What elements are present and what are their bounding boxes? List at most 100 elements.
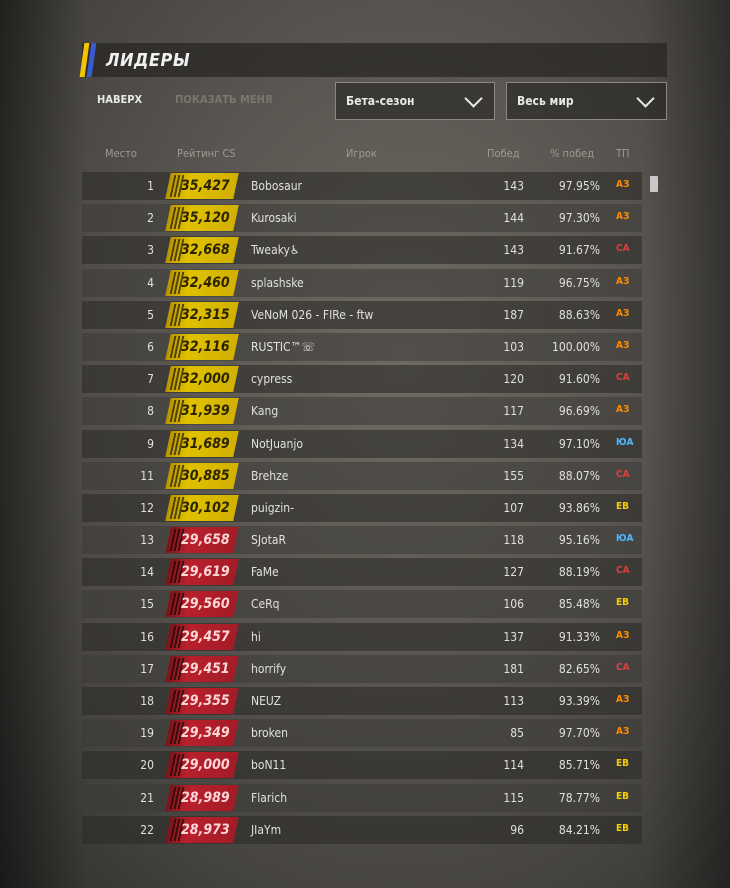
region-badge: АЗ [616,275,630,287]
rating-value: 31,689 [181,435,230,452]
leaderboard-header: ЛИДЕРЫ [79,43,667,77]
row-win-pct: 82.65% [558,661,600,676]
table-header: Место Рейтинг CS Игрок Побед % побед ТП [82,147,642,163]
player-name[interactable]: JIaYm [251,823,281,837]
player-name[interactable]: Kurosaki [251,211,297,225]
table-row[interactable]: 16 29,457 hi 137 91.33% АЗ [82,622,642,651]
rating-badge: 31,939 [165,398,239,425]
rating-badge: 32,116 [165,333,239,360]
table-row[interactable]: 2 35,120 Kurosaki 144 97.30% АЗ [82,204,642,233]
table-row[interactable]: 7 32,000 cypress 120 91.60% СА [82,365,642,394]
table-row[interactable]: 1 35,427 Bobosaur 143 97.95% АЗ [82,172,642,200]
player-name[interactable]: cypress [251,372,292,386]
row-wins: 187 [503,307,524,322]
table-row[interactable]: 14 29,619 FaMe 127 88.19% СА [82,558,642,587]
table-row[interactable]: 3 32,668 Tweaky♿ 143 91.67% СА [82,236,642,265]
player-name[interactable]: RUSTIC™☏ [251,340,315,354]
table-row[interactable]: 20 29,000 boN11 114 85.71% ЕВ [82,751,642,780]
scroll-top-link[interactable]: НАВЕРХ [97,93,142,106]
table-row[interactable]: 12 30,102 puigzin- 107 93.86% ЕВ [82,493,642,522]
row-win-pct: 91.33% [558,629,600,644]
player-name[interactable]: VeNoM 026 - FIRe - ftw [251,308,373,322]
scrollbar-thumb[interactable] [650,176,658,192]
player-name[interactable]: boN11 [251,758,286,772]
player-name[interactable]: Tweaky♿ [251,243,300,257]
table-row[interactable]: 6 32,116 RUSTIC™☏ 103 100.00% АЗ [82,332,642,361]
rating-badge: 28,973 [165,816,239,843]
player-name[interactable]: horrify [251,662,286,676]
region-badge: ЕВ [616,822,630,834]
region-badge: СА [616,372,630,384]
table-row[interactable]: 22 28,973 JIaYm 96 84.21% ЕВ [82,815,642,844]
rating-badge: 32,668 [165,237,239,264]
region-badge: АЗ [616,211,630,223]
region-dropdown-label: Весь мир [517,94,574,108]
chevron-down-icon [464,88,483,108]
player-name[interactable]: broken [251,726,288,740]
player-name[interactable]: Bobosaur [251,179,302,193]
player-name[interactable]: FaMe [251,565,279,579]
table-row[interactable]: 18 29,355 NEUZ 113 93.39% АЗ [82,687,642,715]
player-name[interactable]: CeRq [251,597,280,611]
rating-value: 29,349 [181,725,230,742]
table-row[interactable]: 8 31,939 Kang 117 96.69% АЗ [82,397,642,426]
region-dropdown[interactable]: Весь мир [506,82,667,120]
row-win-pct: 96.75% [558,275,600,290]
row-win-pct: 88.07% [558,468,600,483]
table-row[interactable]: 9 31,689 NotJuanjo 134 97.10% ЮА [82,429,642,458]
rating-value: 32,116 [181,338,230,355]
rating-value: 29,457 [181,628,230,645]
season-dropdown[interactable]: Бета-сезон [335,82,495,120]
row-place: 21 [140,790,154,805]
row-win-pct: 93.39% [558,694,600,708]
show-me-link[interactable]: ПОКАЗАТЬ МЕНЯ [175,93,272,106]
row-win-pct: 85.71% [558,758,600,773]
rating-value: 32,315 [181,306,230,323]
row-win-pct: 95.16% [558,533,600,548]
player-name[interactable]: Flarich [251,791,287,805]
player-name[interactable]: puigzin- [251,501,294,515]
player-name[interactable]: NotJuanjo [251,437,303,451]
region-badge: ЕВ [616,597,630,609]
rating-value: 35,120 [181,210,230,227]
region-badge: ЮА [616,436,634,448]
player-name[interactable]: Brehze [251,469,288,483]
row-wins: 118 [503,533,524,548]
row-place: 7 [147,372,154,387]
page-title: ЛИДЕРЫ [106,49,191,71]
table-row[interactable]: 4 32,460 splashske 119 96.75% АЗ [82,268,642,297]
player-name[interactable]: NEUZ [251,694,281,708]
table-row[interactable]: 15 29,560 CeRq 106 85.48% ЕВ [82,590,642,619]
row-place: 17 [140,661,154,676]
region-badge: СА [616,565,630,577]
table-row[interactable]: 11 30,885 Brehze 155 88.07% СА [82,461,642,490]
player-name[interactable]: SJotaR [251,533,286,547]
row-win-pct: 78.77% [558,790,600,805]
player-name[interactable]: Kang [251,404,278,418]
row-win-pct: 88.63% [558,307,600,322]
table-row[interactable]: 13 29,658 SJotaR 118 95.16% ЮА [82,526,642,555]
rating-value: 32,460 [181,274,230,291]
table-row[interactable]: 17 29,451 horrify 181 82.65% СА [82,654,642,683]
row-place: 18 [140,694,154,708]
rating-badge: 29,355 [165,688,239,714]
row-wins: 113 [503,694,524,708]
leaderboard-table[interactable]: 1 35,427 Bobosaur 143 97.95% АЗ 2 35,120 Kurosak… [82,172,642,860]
row-win-pct: 96.69% [558,404,600,419]
row-place: 2 [147,211,154,226]
table-row[interactable]: 21 28,989 Flarich 115 78.77% ЕВ [82,783,642,812]
rating-value: 29,451 [181,660,230,677]
player-name[interactable]: hi [251,630,261,644]
chevron-down-icon [636,88,655,108]
region-badge: СА [616,661,630,673]
table-row[interactable]: 5 32,315 VeNoM 026 - FIRe - ftw 187 88.63% АЗ [82,300,642,329]
rating-value: 28,973 [181,821,230,838]
row-place: 16 [140,629,154,644]
row-wins: 107 [503,500,524,515]
rating-value: 35,427 [181,178,230,194]
table-row[interactable]: 19 29,349 broken 85 97.70% АЗ [82,719,642,748]
row-place: 15 [140,597,154,612]
region-badge: СА [616,243,630,255]
row-wins: 106 [503,597,524,612]
player-name[interactable]: splashske [251,276,304,290]
